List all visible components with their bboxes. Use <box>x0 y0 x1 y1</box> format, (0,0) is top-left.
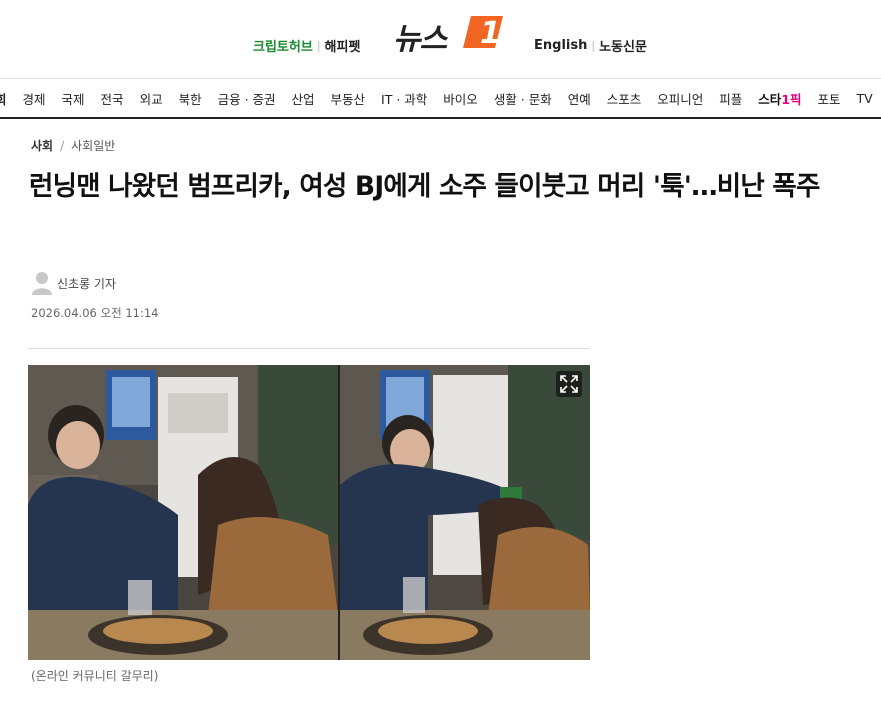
nav-list: 회 경제 국제 전국 외교 북한 금융 · 증권 산업 부동산 IT · 과학 … <box>0 79 881 118</box>
link-separator: | <box>316 39 321 52</box>
star-pick-suffix: 1픽 <box>781 92 802 107</box>
nav-item-national[interactable]: 전국 <box>93 89 132 108</box>
author-byline[interactable]: 신초롱 기자 <box>31 270 116 296</box>
link-separator: | <box>591 39 596 52</box>
divider <box>28 348 590 349</box>
article-photo-image <box>28 365 590 660</box>
logo-mark-icon: 1 <box>463 16 503 51</box>
nav-item-star-pick[interactable]: 스타1픽 <box>750 89 809 108</box>
nav-item-economy[interactable]: 경제 <box>15 89 54 108</box>
nav-item-finance[interactable]: 금융 · 증권 <box>210 89 284 108</box>
nav-item-international[interactable]: 국제 <box>54 89 93 108</box>
article-title: 런닝맨 나왔던 범프리카, 여성 BJ에게 소주 들이붓고 머리 '툭'…비난 … <box>29 171 820 202</box>
nav-item-society[interactable]: 회 <box>0 89 15 108</box>
nav-item-diplomacy[interactable]: 외교 <box>132 89 171 108</box>
nav-item-sports[interactable]: 스포츠 <box>599 89 650 108</box>
news1-logo[interactable]: 뉴스 1 <box>393 10 508 57</box>
nav-item-it-science[interactable]: IT · 과학 <box>373 89 435 108</box>
happy-pet-link[interactable]: 해피펫 <box>325 36 361 55</box>
nav-item-entertainment[interactable]: 연예 <box>560 89 599 108</box>
rodong-link[interactable]: 노동신문 <box>599 36 647 55</box>
nav-item-north-korea[interactable]: 북한 <box>171 89 210 108</box>
nav-item-industry[interactable]: 산업 <box>284 89 323 108</box>
nav-item-photo[interactable]: 포토 <box>810 89 849 108</box>
logo-mark-label: 1 <box>480 16 501 51</box>
english-link[interactable]: English <box>534 38 587 53</box>
publish-date: 2026.04.06 오전 11:14 <box>31 306 159 320</box>
nav-item-bio[interactable]: 바이오 <box>435 89 486 108</box>
header-left-links: 크립토허브 | 해피펫 <box>253 36 360 55</box>
main-nav: 회 경제 국제 전국 외교 북한 금융 · 증권 산업 부동산 IT · 과학 … <box>0 78 881 119</box>
star-pick-prefix: 스타 <box>758 92 782 107</box>
nav-item-tv[interactable]: TV <box>849 91 881 106</box>
nav-item-people[interactable]: 피플 <box>711 89 750 108</box>
nav-item-opinion[interactable]: 오피니언 <box>649 89 711 108</box>
logo-text: 뉴스 <box>393 22 447 57</box>
author-name: 신초롱 기자 <box>57 276 117 291</box>
crypto-hub-link[interactable]: 크립토허브 <box>253 36 313 55</box>
breadcrumb-society-general[interactable]: 사회일반 <box>71 137 115 154</box>
article-photo[interactable] <box>28 365 590 660</box>
breadcrumb: 사회 / 사회일반 <box>31 137 115 154</box>
photo-caption: (온라인 커뮤니티 갈무리) <box>31 669 159 683</box>
author-avatar-icon <box>32 272 52 295</box>
expand-icon[interactable] <box>556 371 582 397</box>
site-header: 크립토허브 | 해피펫 뉴스 1 English | 노동신문 <box>0 0 881 78</box>
breadcrumb-separator: / <box>60 138 65 153</box>
header-right-links: English | 노동신문 <box>534 36 647 55</box>
nav-item-real-estate[interactable]: 부동산 <box>323 89 374 108</box>
nav-item-life-culture[interactable]: 생활 · 문화 <box>486 89 560 108</box>
expand-icon-glyph <box>560 375 578 393</box>
breadcrumb-society[interactable]: 사회 <box>31 137 53 154</box>
